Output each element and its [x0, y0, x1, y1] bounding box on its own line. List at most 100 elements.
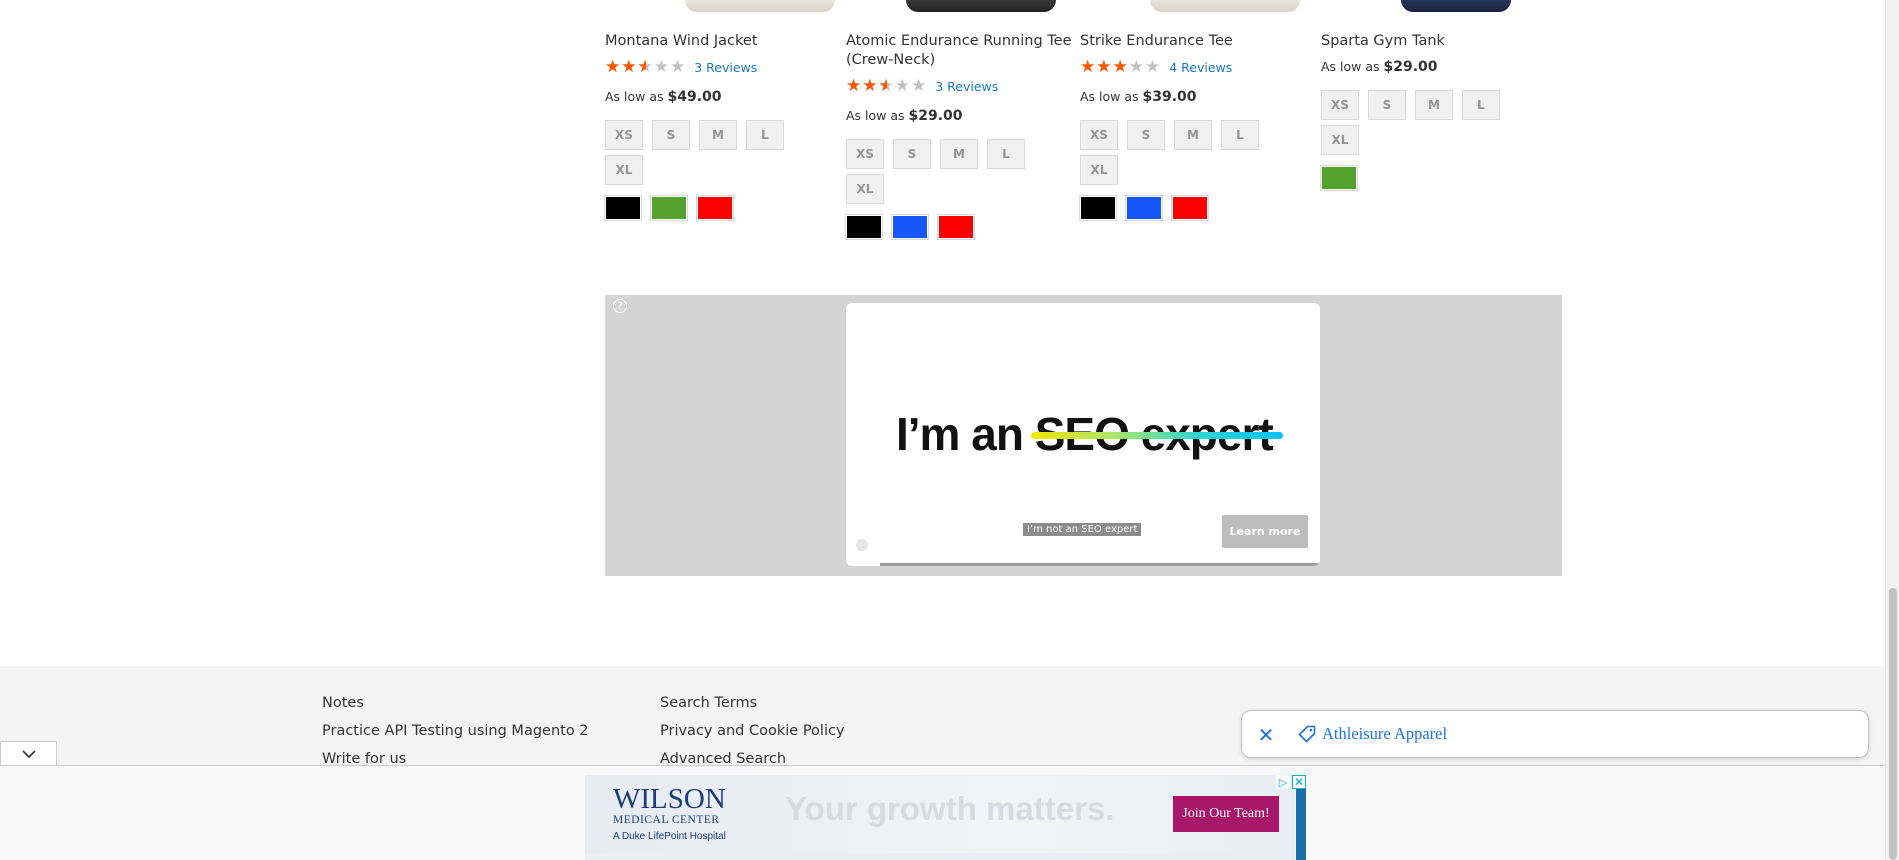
product-card: Sparta Gym Tank As low as $29.00 XS S M …: [1320, 0, 1551, 191]
brand-line-1: WILSON: [613, 783, 726, 815]
product-name[interactable]: Atomic Endurance Running Tee (Crew-Neck): [846, 32, 1076, 70]
product-name[interactable]: Strike Endurance Tee: [1080, 32, 1310, 51]
price-prefix: As low as: [1321, 59, 1380, 74]
color-swatch[interactable]: [891, 214, 929, 240]
learn-more-button[interactable]: Learn more: [1222, 515, 1308, 548]
banner-ad-creative[interactable]: WILSON MEDICAL CENTER A Duke LifePoint H…: [585, 775, 1293, 853]
adchoices-icon[interactable]: ▷: [1276, 775, 1290, 789]
ad-headline: I’m an SEO expert: [896, 407, 1274, 461]
price-prefix: As low as: [605, 89, 664, 104]
join-our-team-button[interactable]: Join Our Team!: [1173, 796, 1279, 832]
product-card: Strike Endurance Tee ★★★★★★★★★★ 4 Review…: [1079, 0, 1310, 221]
ad-headline-struck: SEO expert: [1034, 408, 1274, 460]
size-option[interactable]: M: [940, 139, 978, 169]
ad-headline-plain: I’m an: [896, 408, 1035, 460]
reviews-link[interactable]: 3 Reviews: [694, 60, 757, 75]
product-image[interactable]: [685, 0, 835, 12]
ad-tagline: Your growth matters.: [785, 790, 1115, 827]
color-swatch[interactable]: [696, 195, 734, 221]
close-icon[interactable]: ✕: [1254, 723, 1278, 747]
product-card: Atomic Endurance Running Tee (Crew-Neck)…: [845, 0, 1076, 240]
banner-accent: [1296, 787, 1306, 860]
price-value: $29.00: [908, 108, 963, 124]
ad-close-icon[interactable]: ✕: [1292, 775, 1306, 789]
size-option[interactable]: XL: [1080, 155, 1118, 185]
color-swatch[interactable]: [604, 195, 642, 221]
size-option[interactable]: M: [1415, 90, 1453, 120]
size-option[interactable]: S: [1368, 90, 1406, 120]
video-progress-bar[interactable]: [880, 563, 1320, 566]
advertiser-logo: WILSON MEDICAL CENTER A Duke LifePoint H…: [613, 785, 726, 845]
size-option[interactable]: S: [652, 120, 690, 150]
size-option[interactable]: L: [1221, 120, 1259, 150]
product-price: As low as $49.00: [605, 89, 835, 105]
product-image[interactable]: [906, 0, 1056, 12]
color-swatch[interactable]: [1320, 165, 1358, 191]
price-value: $29.00: [1383, 59, 1438, 75]
size-option[interactable]: L: [746, 120, 784, 150]
page-scrollbar[interactable]: [1885, 0, 1899, 860]
product-price: As low as $29.00: [1321, 59, 1551, 75]
color-swatch[interactable]: [1079, 195, 1117, 221]
banner-ad[interactable]: WILSON MEDICAL CENTER A Duke LifePoint H…: [585, 775, 1306, 860]
size-option[interactable]: XS: [605, 120, 643, 150]
color-swatch[interactable]: [1171, 195, 1209, 221]
chip-label[interactable]: Athleisure Apparel: [1322, 724, 1447, 744]
price-value: $39.00: [1142, 89, 1197, 105]
collapse-ad-button[interactable]: [0, 741, 57, 765]
ad-caption: I’m not an SEO expert: [1023, 523, 1142, 536]
product-rating: ★★★★★★★★★★ 4 Reviews: [1080, 57, 1310, 77]
video-ad-container: ? I’m an SEO expert I’m not an SEO exper…: [605, 295, 1562, 576]
price-prefix: As low as: [846, 108, 905, 123]
footer-link-privacy[interactable]: Privacy and Cookie Policy: [660, 723, 845, 739]
color-options: [845, 214, 1076, 240]
footer-link-api-testing[interactable]: Practice API Testing using Magento 2: [322, 723, 589, 739]
size-option[interactable]: XS: [1080, 120, 1118, 150]
color-options: [1320, 165, 1551, 191]
product-image[interactable]: [1401, 0, 1511, 12]
product-name[interactable]: Montana Wind Jacket: [605, 32, 835, 51]
size-option[interactable]: S: [1127, 120, 1165, 150]
size-option[interactable]: XS: [846, 139, 884, 169]
color-options: [604, 195, 835, 221]
product-image[interactable]: [1150, 0, 1300, 12]
product-rating: ★★★★★★★★★★ 3 Reviews: [846, 76, 1076, 96]
rating-stars: ★★★★★★★★★★: [605, 57, 687, 77]
product-card: Montana Wind Jacket ★★★★★★★★★★ 3 Reviews…: [604, 0, 835, 221]
footer-link-search-terms[interactable]: Search Terms: [660, 695, 757, 711]
reviews-link[interactable]: 3 Reviews: [935, 79, 998, 94]
size-option[interactable]: L: [1462, 90, 1500, 120]
size-options: XS S M L XL: [1321, 90, 1511, 160]
size-option[interactable]: S: [893, 139, 931, 169]
mute-icon[interactable]: [856, 539, 868, 551]
size-option[interactable]: M: [1174, 120, 1212, 150]
size-option[interactable]: M: [699, 120, 737, 150]
price-value: $49.00: [667, 89, 722, 105]
chevron-down-icon: [21, 749, 36, 758]
color-options: [1079, 195, 1310, 221]
color-swatch[interactable]: [845, 214, 883, 240]
price-prefix: As low as: [1080, 89, 1139, 104]
size-option[interactable]: L: [987, 139, 1025, 169]
footer-link-notes[interactable]: Notes: [322, 695, 364, 711]
rating-stars: ★★★★★★★★★★: [1080, 57, 1162, 77]
size-option[interactable]: XL: [846, 174, 884, 204]
size-option[interactable]: XL: [605, 155, 643, 185]
question-circle-icon[interactable]: ?: [613, 299, 627, 313]
product-rating: ★★★★★★★★★★ 3 Reviews: [605, 57, 835, 77]
color-swatch[interactable]: [937, 214, 975, 240]
brand-line-2: MEDICAL CENTER: [613, 814, 720, 826]
search-suggestion-chip[interactable]: ✕ Athleisure Apparel: [1241, 710, 1869, 758]
tag-icon: [1298, 725, 1316, 743]
size-option[interactable]: XL: [1321, 125, 1359, 155]
size-option[interactable]: XS: [1321, 90, 1359, 120]
product-name[interactable]: Sparta Gym Tank: [1321, 32, 1551, 51]
brand-line-3: A Duke LifePoint Hospital: [613, 831, 726, 842]
reviews-link[interactable]: 4 Reviews: [1169, 60, 1232, 75]
rating-stars: ★★★★★★★★★★: [846, 76, 928, 96]
video-ad-player[interactable]: I’m an SEO expert I’m not an SEO expert …: [846, 303, 1320, 566]
scrollbar-thumb[interactable]: [1889, 588, 1897, 860]
size-options: XS S M L XL: [1080, 120, 1270, 190]
color-swatch[interactable]: [650, 195, 688, 221]
color-swatch[interactable]: [1125, 195, 1163, 221]
